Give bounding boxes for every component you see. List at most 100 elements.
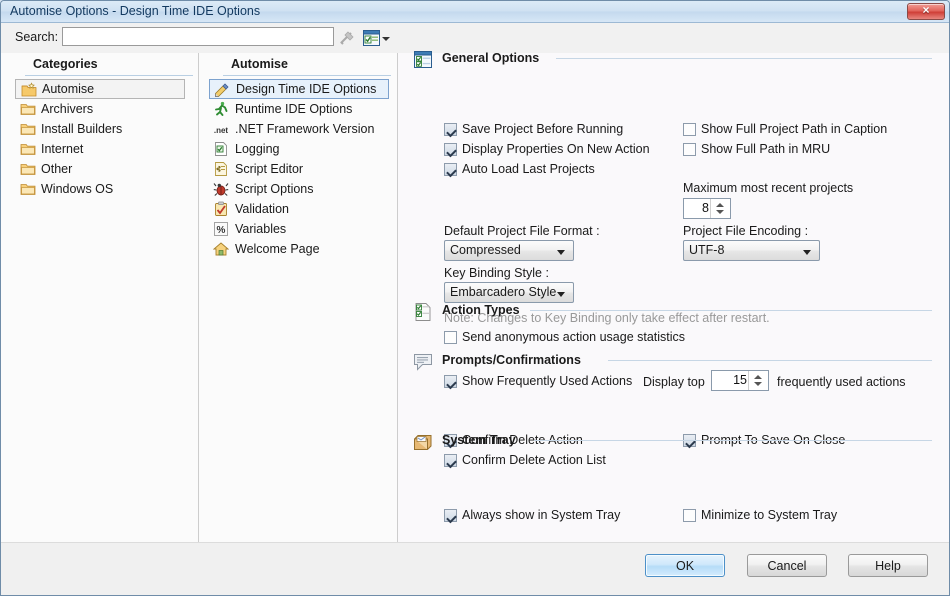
action-types-rule xyxy=(530,310,932,311)
checkbox-minimize-to-system-tray[interactable]: Minimize to System Tray xyxy=(683,508,837,524)
stepper-down-icon[interactable] xyxy=(754,382,762,386)
default-project-file-format-label: Default Project File Format : xyxy=(444,224,600,238)
page-item-variables[interactable]: % Variables xyxy=(209,219,397,239)
close-button[interactable]: × xyxy=(907,3,945,20)
folder-icon xyxy=(20,104,36,115)
checkbox-show-frequently-used-actions[interactable]: Show Frequently Used Actions xyxy=(444,374,632,390)
category-label: Automise xyxy=(42,82,95,96)
checkbox-box xyxy=(683,509,696,522)
stepper-divider xyxy=(710,199,711,218)
stepper-value: 8 xyxy=(702,201,709,215)
page-label: Variables xyxy=(235,222,287,236)
category-item-automise[interactable]: Automise xyxy=(15,79,185,99)
checkbox-box xyxy=(444,163,457,176)
checkbox-save-project-before-running[interactable]: Save Project Before Running xyxy=(444,122,623,138)
category-item-other[interactable]: Other xyxy=(15,159,198,179)
system-tray-title: System Tray xyxy=(442,433,516,447)
default-project-file-format-select[interactable]: Compressed xyxy=(444,240,574,261)
categories-header-rule xyxy=(25,75,193,76)
select-value: Compressed xyxy=(450,243,521,257)
max-recent-projects-stepper[interactable]: 8 xyxy=(683,198,731,219)
display-top-label: Display top xyxy=(643,375,705,389)
titlebar: Automise Options - Design Time IDE Optio… xyxy=(1,1,949,23)
folder-icon xyxy=(20,124,36,135)
checkbox-box xyxy=(444,454,457,467)
category-label: Other xyxy=(41,162,73,176)
search-toolbar: Search: xyxy=(1,23,949,53)
checkbox-box xyxy=(444,331,457,344)
category-label: Windows OS xyxy=(41,182,114,196)
options-content-pane: General Options Save Project Before Runn… xyxy=(398,51,949,542)
checkbox-send-anonymous-statistics[interactable]: Send anonymous action usage statistics xyxy=(444,330,685,346)
folder-icon xyxy=(20,164,36,175)
bug-icon xyxy=(213,183,229,196)
page-label: Script Options xyxy=(235,182,314,196)
stepper-up-icon[interactable] xyxy=(716,203,724,207)
page-item-net-framework-version[interactable]: .net .NET Framework Version xyxy=(209,119,397,139)
page-item-design-time-ide-options[interactable]: Design Time IDE Options xyxy=(209,79,389,99)
checkbox-show-full-path-in-mru[interactable]: Show Full Path in MRU xyxy=(683,142,830,158)
checkbox-label: Auto Load Last Projects xyxy=(462,162,595,176)
stepper-value: 15 xyxy=(733,373,747,387)
checkbox-auto-load-last-projects[interactable]: Auto Load Last Projects xyxy=(444,162,595,178)
action-types-title: Action Types xyxy=(442,303,520,317)
key-binding-style-select[interactable]: Embarcadero Style xyxy=(444,282,574,303)
page-label: Validation xyxy=(235,202,289,216)
checkbox-always-show-in-system-tray[interactable]: Always show in System Tray xyxy=(444,508,620,524)
pages-tree: Design Time IDE Options Runtime IDE Opti… xyxy=(199,79,397,259)
general-options-rule xyxy=(556,58,932,59)
checkbox-confirm-delete-action-list[interactable]: Confirm Delete Action List xyxy=(444,453,606,469)
search-label: Search: xyxy=(15,30,59,44)
category-item-install-builders[interactable]: Install Builders xyxy=(15,119,198,139)
display-top-stepper[interactable]: 15 xyxy=(711,370,769,391)
chevron-down-icon[interactable] xyxy=(382,37,390,41)
key-binding-style-label: Key Binding Style : xyxy=(444,266,549,280)
select-value: Embarcadero Style xyxy=(450,285,557,299)
dotnet-icon: .net xyxy=(214,126,229,135)
categories-pane: Categories Automise Archivers Install Bu… xyxy=(1,53,198,542)
max-recent-projects-label: Maximum most recent projects xyxy=(683,181,854,195)
checkbox-show-full-project-path-in-caption[interactable]: Show Full Project Path in Caption xyxy=(683,122,887,138)
search-input[interactable] xyxy=(62,27,334,46)
general-options-title: General Options xyxy=(442,51,540,65)
page-item-logging[interactable]: Logging xyxy=(209,139,397,159)
clear-search-icon[interactable] xyxy=(339,30,355,46)
checkbox-label: Show Frequently Used Actions xyxy=(462,374,633,388)
page-item-script-options[interactable]: Script Options xyxy=(209,179,397,199)
checkbox-box xyxy=(444,143,457,156)
page-item-runtime-ide-options[interactable]: Runtime IDE Options xyxy=(209,99,397,119)
checkbox-box xyxy=(444,123,457,136)
page-item-script-editor[interactable]: Script Editor xyxy=(209,159,397,179)
category-item-windows-os[interactable]: Windows OS xyxy=(15,179,198,199)
category-item-archivers[interactable]: Archivers xyxy=(15,99,198,119)
ok-button[interactable]: OK xyxy=(645,554,725,577)
dialog-footer: OK Cancel Help xyxy=(1,542,949,595)
page-item-welcome-page[interactable]: Welcome Page xyxy=(209,239,397,259)
help-button[interactable]: Help xyxy=(848,554,928,577)
stepper-divider xyxy=(748,371,749,390)
chevron-down-icon xyxy=(557,250,565,255)
percent-icon: % xyxy=(214,222,228,236)
checkbox-box xyxy=(444,509,457,522)
page-label: Design Time IDE Options xyxy=(236,82,377,96)
checkbox-label: Show Full Path in MRU xyxy=(701,142,831,156)
stepper-down-icon[interactable] xyxy=(716,210,724,214)
checkbox-display-properties-on-new-action[interactable]: Display Properties On New Action xyxy=(444,142,650,158)
stepper-up-icon[interactable] xyxy=(754,375,762,379)
options-dialog: Automise Options - Design Time IDE Optio… xyxy=(0,0,950,596)
project-file-encoding-select[interactable]: UTF-8 xyxy=(683,240,820,261)
svg-text:%: % xyxy=(217,225,226,236)
page-item-validation[interactable]: Validation xyxy=(209,199,397,219)
cancel-button[interactable]: Cancel xyxy=(747,554,827,577)
prompts-title: Prompts/Confirmations xyxy=(442,353,581,367)
chevron-down-icon xyxy=(803,250,811,255)
action-list-icon xyxy=(415,303,431,321)
log-document-icon xyxy=(215,142,227,156)
checkbox-label: Show Full Project Path in Caption xyxy=(701,122,888,136)
pencil-ruler-icon xyxy=(215,83,229,97)
search-options-icon[interactable] xyxy=(363,30,380,46)
checkbox-prompt-to-save-on-close[interactable]: Prompt To Save On Close xyxy=(683,433,845,449)
page-label: Runtime IDE Options xyxy=(235,102,353,116)
category-item-internet[interactable]: Internet xyxy=(15,139,198,159)
prompts-rule xyxy=(608,360,932,361)
